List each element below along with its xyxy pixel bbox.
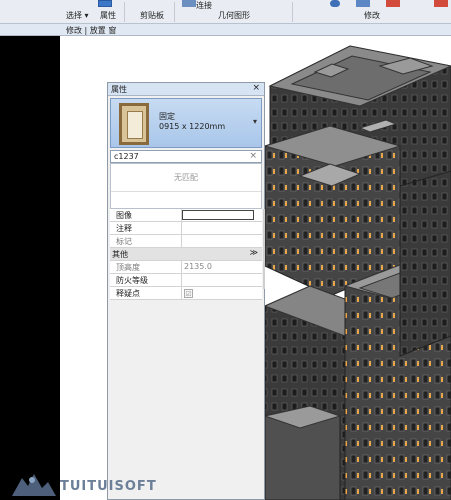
property-key: 图像: [116, 211, 132, 220]
context-bar: 修改 | 放置 窗: [0, 24, 451, 36]
ribbon-separator: [124, 2, 125, 22]
geometry-group[interactable]: 几何图形: [218, 10, 250, 21]
context-bar-text: 修改 | 放置 窗: [66, 26, 117, 35]
ribbon-separator: [174, 2, 175, 22]
connect-icon[interactable]: [182, 0, 196, 7]
properties-panel: 属性 × 固定 0915 x 1220mm ▾ c1237 × 无匹配 图像 注…: [107, 82, 265, 500]
collapse-icon[interactable]: ≫: [250, 248, 258, 257]
group-header-other[interactable]: 其他 ≫: [110, 248, 262, 261]
select-menu[interactable]: 选择 ▾: [66, 10, 89, 21]
property-key: 释疑点: [116, 289, 140, 298]
property-row-image[interactable]: 图像: [110, 209, 262, 222]
ribbon: 选择 ▾ 属性 剪贴板 连接 几何图形 修改: [0, 0, 451, 24]
mirror-icon[interactable]: [386, 0, 400, 7]
type-search-results: 无匹配: [110, 163, 262, 209]
connect-button[interactable]: 连接: [196, 0, 212, 11]
type-selector[interactable]: 固定 0915 x 1220mm ▾: [110, 98, 262, 148]
property-row-release-point[interactable]: 释疑点 ☑: [110, 287, 262, 300]
property-row-head-height[interactable]: 顶高度 2135.0: [110, 261, 262, 274]
image-value-field[interactable]: [182, 210, 254, 220]
property-row-comments[interactable]: 注释: [110, 222, 262, 235]
property-key: 顶高度: [116, 263, 140, 272]
property-key: 防火等级: [116, 276, 148, 285]
properties-grid: 图像 注释 标记 其他 ≫ 顶高度 2135.0 防火等级 释疑点 ☑: [110, 209, 262, 300]
move-icon[interactable]: [356, 0, 370, 7]
type-size-name: 0915 x 1220mm: [159, 122, 226, 131]
clear-search-icon[interactable]: ×: [249, 151, 257, 161]
properties-tab[interactable]: 属性: [100, 10, 116, 21]
left-dark-area: [0, 36, 60, 500]
divider: [181, 222, 182, 234]
property-key: 标记: [116, 237, 132, 246]
watermark-logo-icon: [12, 474, 56, 496]
close-icon[interactable]: ×: [252, 83, 260, 93]
divider: [181, 287, 182, 299]
watermark: TUITUISOFT: [0, 468, 180, 500]
type-family-name: 固定: [159, 112, 175, 121]
property-row-fire-rating[interactable]: 防火等级: [110, 274, 262, 287]
property-row-mark[interactable]: 标记: [110, 235, 262, 248]
modify-group[interactable]: 修改: [364, 10, 380, 21]
no-match-text: 无匹配: [174, 173, 198, 182]
window-family-icon: [119, 103, 149, 145]
rotate-icon[interactable]: [330, 0, 340, 7]
type-search-input[interactable]: c1237 ×: [110, 150, 262, 163]
checkbox[interactable]: ☑: [184, 289, 193, 298]
select-label: 选择: [66, 11, 82, 20]
property-value[interactable]: 2135.0: [184, 262, 212, 271]
delete-icon[interactable]: [434, 0, 448, 7]
divider: [111, 191, 261, 192]
property-key: 注释: [116, 224, 132, 233]
properties-scrollbar[interactable]: [263, 209, 265, 289]
divider: [181, 274, 182, 286]
properties-icon[interactable]: [98, 0, 112, 7]
group-label: 其他: [112, 250, 128, 259]
clipboard-group[interactable]: 剪贴板: [140, 10, 164, 21]
divider: [181, 235, 182, 247]
properties-title-bar[interactable]: 属性 ×: [108, 83, 264, 96]
divider: [181, 261, 182, 273]
watermark-text: TUITUISOFT: [60, 479, 157, 494]
properties-title: 属性: [111, 85, 127, 94]
chevron-down-icon[interactable]: ▾: [253, 117, 257, 126]
search-value: c1237: [114, 152, 139, 161]
select-caret-icon: ▾: [84, 11, 89, 20]
ribbon-separator: [292, 2, 293, 22]
